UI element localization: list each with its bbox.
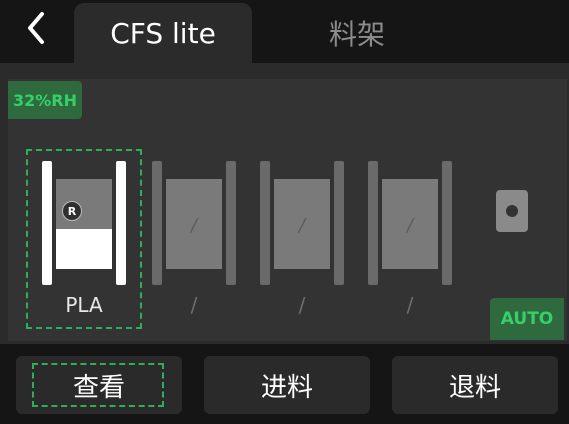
slot-2[interactable]: / / <box>138 151 250 327</box>
slot-material-label: / <box>190 293 198 317</box>
spool-flange-right <box>442 161 452 285</box>
spool-icon: / <box>260 161 344 285</box>
focus-frame <box>32 363 164 407</box>
spool-icon: / <box>152 161 236 285</box>
slot-material-label: / <box>298 293 306 317</box>
spool-flange-left <box>152 161 162 285</box>
auto-badge: AUTO <box>490 298 564 340</box>
slot-4[interactable]: / / <box>354 151 466 327</box>
slot-material-label: PLA <box>65 293 103 317</box>
unload-button-label: 退料 <box>448 372 501 403</box>
empty-mark: / <box>406 215 414 236</box>
spool-core: / <box>274 179 330 269</box>
cfs-panel: 32%RH R PLA / / / / / / AUTO <box>0 63 569 344</box>
humidity-badge: 32%RH <box>8 81 82 119</box>
tab-rack[interactable]: 料架 <box>262 3 452 63</box>
spool-hole-icon <box>506 205 518 217</box>
tab-cfs-lite[interactable]: CFS lite <box>74 3 252 63</box>
slot-material-label: / <box>406 293 414 317</box>
spool-flange-right <box>116 161 126 285</box>
slot-3[interactable]: / / <box>246 151 358 327</box>
spool-icon: R <box>42 161 126 285</box>
external-spool-slot[interactable] <box>496 190 528 232</box>
filament-fill <box>56 228 112 269</box>
rfid-badge: R <box>62 201 82 221</box>
spool-core: / <box>166 179 222 269</box>
load-button[interactable]: 进料 <box>204 356 370 414</box>
back-button[interactable] <box>14 6 58 50</box>
screen: CFS lite 料架 32%RH R PLA / / / / / / AUTO… <box>0 0 569 424</box>
load-button-label: 进料 <box>260 372 313 403</box>
empty-mark: / <box>298 215 306 236</box>
view-button[interactable]: 查看 <box>16 356 182 414</box>
spool-icon: / <box>368 161 452 285</box>
slot-1[interactable]: R PLA <box>26 149 142 329</box>
spool-flange-right <box>334 161 344 285</box>
chevron-left-icon <box>28 12 44 44</box>
spool-core <box>56 179 112 269</box>
empty-mark: / <box>190 215 198 236</box>
spool-core: / <box>382 179 438 269</box>
unload-button[interactable]: 退料 <box>392 356 558 414</box>
spool-flange-left <box>260 161 270 285</box>
spool-flange-right <box>226 161 236 285</box>
spool-flange-left <box>42 161 52 285</box>
spool-flange-left <box>368 161 378 285</box>
